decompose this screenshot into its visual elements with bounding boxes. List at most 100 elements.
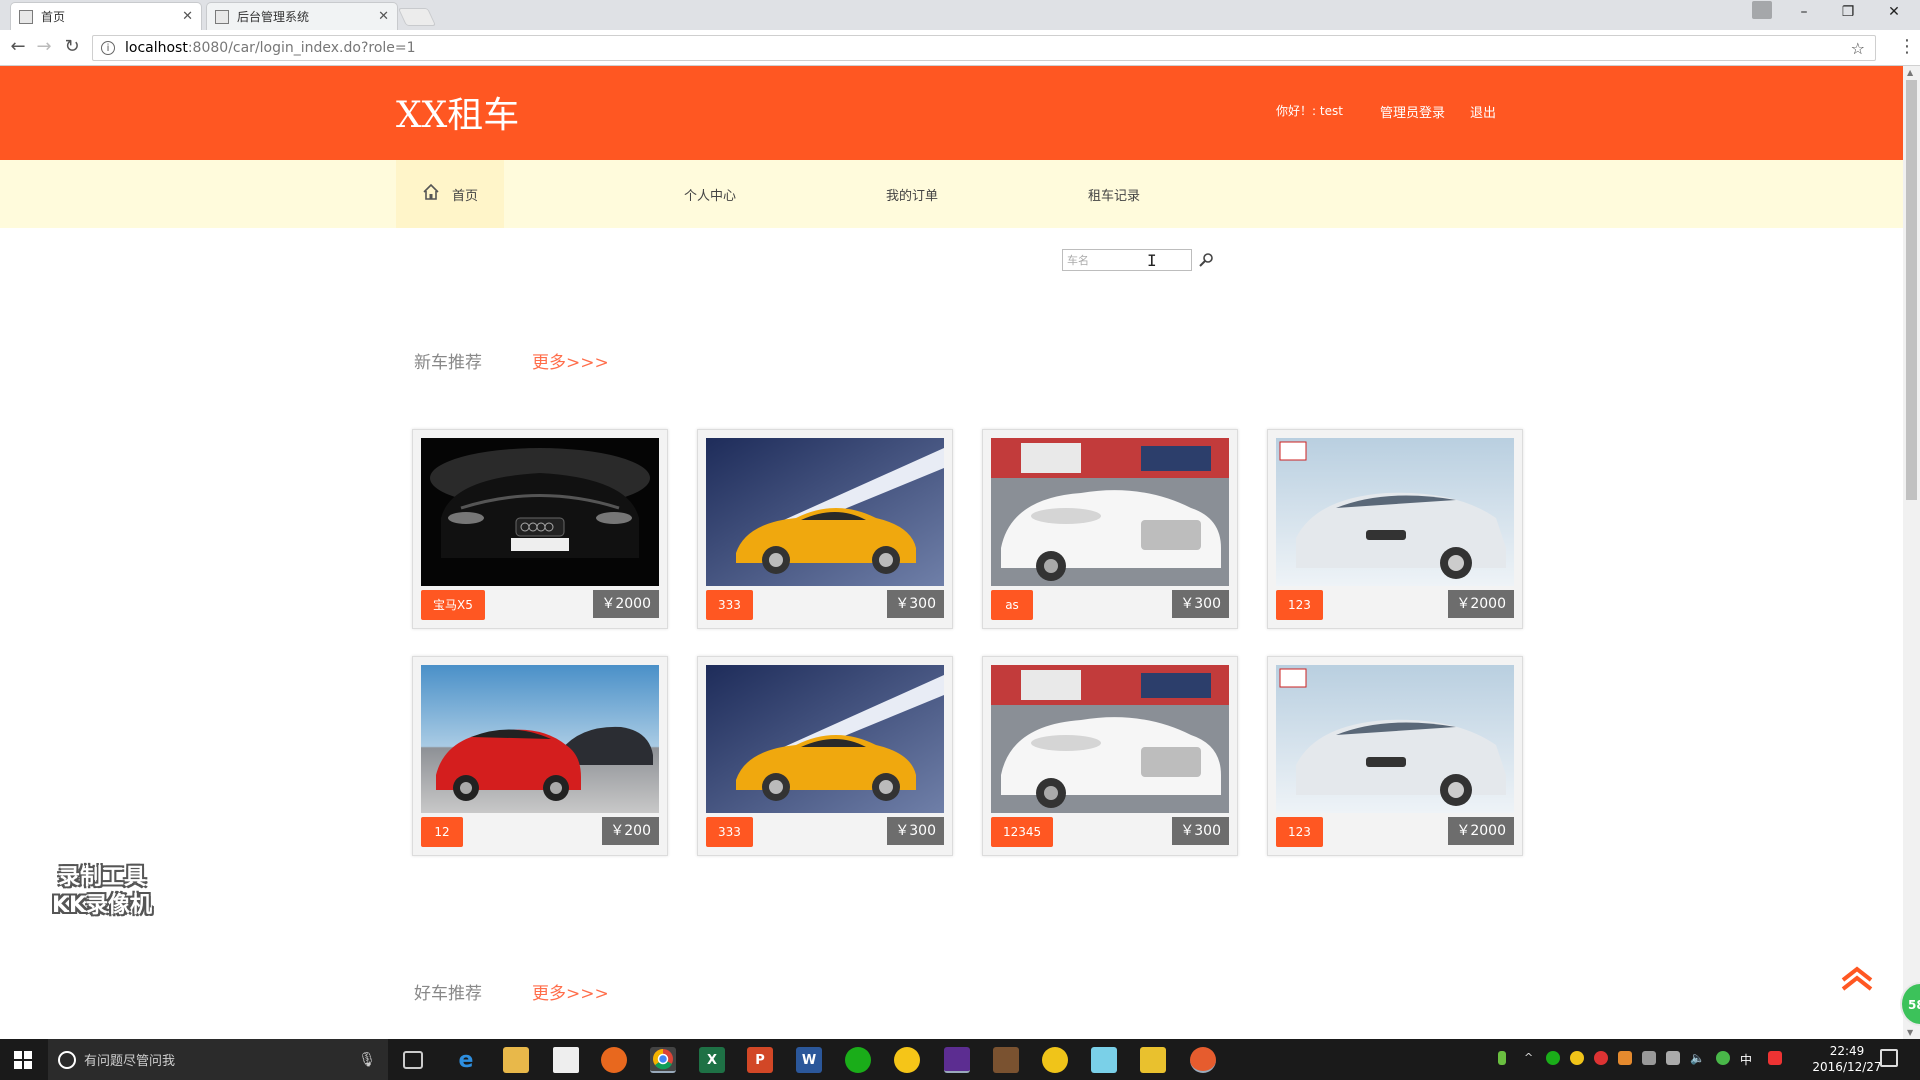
car-card[interactable]: 123 ￥2000 xyxy=(1267,429,1523,629)
profile-icon[interactable] xyxy=(1752,1,1772,19)
car-image[interactable] xyxy=(421,438,659,586)
car-price-tag: ￥2000 xyxy=(593,590,659,618)
close-icon[interactable]: ✕ xyxy=(378,9,389,24)
ime-indicator[interactable]: 中 xyxy=(1740,1051,1756,1067)
car-card[interactable]: 12345 ￥300 xyxy=(982,656,1238,856)
browser-tab-bar: 首页 ✕ 后台管理系统 ✕ – ❐ ✕ xyxy=(0,0,1920,30)
task-view-icon[interactable] xyxy=(403,1051,423,1069)
car-name-tag[interactable]: 123 xyxy=(1276,590,1323,620)
car-image[interactable] xyxy=(706,438,944,586)
windows-start-icon[interactable] xyxy=(14,1051,32,1069)
menu-kebab-icon[interactable]: ⋮ xyxy=(1898,36,1916,57)
powerpoint-icon[interactable]: P xyxy=(747,1047,773,1073)
wechat-tray-icon[interactable] xyxy=(1546,1051,1560,1065)
excel-icon[interactable]: X xyxy=(699,1047,725,1073)
tray-icon[interactable] xyxy=(1570,1051,1584,1065)
edge-icon[interactable]: e xyxy=(453,1047,479,1073)
car-name-tag[interactable]: 宝马X5 xyxy=(421,590,485,620)
nav-profile[interactable]: 个人中心 xyxy=(684,185,736,204)
tray-icon[interactable] xyxy=(1716,1051,1730,1065)
car-image[interactable] xyxy=(421,665,659,813)
nav-rental-history[interactable]: 租车记录 xyxy=(1088,185,1140,204)
qq-icon[interactable] xyxy=(894,1047,920,1073)
car-card[interactable]: 宝马X5 ￥2000 xyxy=(412,429,668,629)
info-icon[interactable]: i xyxy=(101,41,115,55)
close-icon[interactable]: ✕ xyxy=(182,9,193,24)
windows-taskbar: 有问题尽管问我 🎙 e X P W ^ 🔈 中 22:49 2016/12/27 xyxy=(0,1039,1920,1080)
battery-icon[interactable] xyxy=(1498,1051,1506,1065)
car-card[interactable]: as ￥300 xyxy=(982,429,1238,629)
tray-icon[interactable] xyxy=(1594,1051,1608,1065)
search-icon[interactable] xyxy=(1197,252,1215,268)
scrollbar-thumb[interactable] xyxy=(1906,80,1917,500)
car-card[interactable]: 333 ￥300 xyxy=(697,656,953,856)
car-name-tag[interactable]: as xyxy=(991,590,1033,620)
car-image[interactable] xyxy=(991,665,1229,813)
car-name-tag[interactable]: 12345 xyxy=(991,817,1054,847)
scroll-up-icon[interactable]: ▲ xyxy=(1907,68,1913,77)
visual-studio-icon[interactable] xyxy=(944,1047,970,1073)
scroll-down-icon[interactable]: ▼ xyxy=(1907,1028,1913,1037)
tab-home[interactable]: 首页 ✕ xyxy=(10,2,202,30)
car-name-tag[interactable]: 333 xyxy=(706,817,753,847)
battery-status-icon[interactable] xyxy=(1666,1051,1680,1065)
car-image[interactable] xyxy=(991,438,1229,586)
car-price-tag: ￥300 xyxy=(1172,817,1229,845)
restore-icon[interactable]: ❐ xyxy=(1838,4,1858,20)
forward-arrow-icon[interactable]: → xyxy=(32,36,56,57)
nav-home[interactable]: 首页 xyxy=(452,185,478,204)
address-bar: ← → ↻ i localhost :8080/car/login_index.… xyxy=(0,30,1920,66)
tab-admin[interactable]: 后台管理系统 ✕ xyxy=(206,2,398,30)
site-logo[interactable]: XX租车 xyxy=(396,86,519,138)
site-header: XX租车 你好！: test 管理员登录 退出 xyxy=(0,66,1903,160)
car-card[interactable]: 12 ￥200 xyxy=(412,656,668,856)
car-name-tag[interactable]: 123 xyxy=(1276,817,1323,847)
file-explorer-icon[interactable] xyxy=(503,1047,529,1073)
recorder-icon[interactable] xyxy=(1190,1047,1216,1073)
car-card[interactable]: 333 ￥300 xyxy=(697,429,953,629)
new-tab-button[interactable] xyxy=(397,8,437,26)
system-clock[interactable]: 22:49 2016/12/27 xyxy=(1812,1043,1882,1075)
back-to-top-icon[interactable] xyxy=(1840,966,1874,992)
more-link-new-cars[interactable]: 更多>>> xyxy=(532,348,609,373)
volume-icon[interactable]: 🔈 xyxy=(1690,1051,1705,1065)
tray-icon[interactable] xyxy=(1618,1051,1632,1065)
more-link-good-cars[interactable]: 更多>>> xyxy=(532,979,609,1004)
tab-label: 首页 xyxy=(41,10,66,24)
car-image[interactable] xyxy=(1276,438,1514,586)
car-search-input[interactable] xyxy=(1062,249,1192,271)
main-nav: 首页 个人中心 我的订单 租车记录 xyxy=(0,160,1903,228)
url-input[interactable]: i localhost :8080/car/login_index.do?rol… xyxy=(92,35,1876,61)
car-card[interactable]: 123 ￥2000 xyxy=(1267,656,1523,856)
recorder-watermark: 录制工具 KK录像机 xyxy=(32,864,172,920)
chrome-icon[interactable] xyxy=(650,1047,676,1073)
minimize-icon[interactable]: – xyxy=(1794,4,1814,20)
word-icon[interactable]: W xyxy=(796,1047,822,1073)
firefox-icon[interactable] xyxy=(601,1047,627,1073)
chevron-up-icon[interactable]: ^ xyxy=(1524,1051,1538,1065)
page-scrollbar[interactable]: ▲ ▼ xyxy=(1903,66,1920,1039)
car-name-tag[interactable]: 12 xyxy=(421,817,463,847)
reload-icon[interactable]: ↻ xyxy=(60,36,84,57)
page-icon xyxy=(19,9,33,24)
admin-login-link[interactable]: 管理员登录 xyxy=(1380,102,1445,121)
bookmark-star-icon[interactable]: ☆ xyxy=(1851,39,1865,58)
app-icon[interactable] xyxy=(1091,1047,1117,1073)
car-image[interactable] xyxy=(706,665,944,813)
car-image[interactable] xyxy=(1276,665,1514,813)
notification-center-icon[interactable] xyxy=(1880,1049,1898,1067)
car-name-tag[interactable]: 333 xyxy=(706,590,753,620)
network-icon[interactable] xyxy=(1642,1051,1656,1065)
logout-link[interactable]: 退出 xyxy=(1470,102,1496,121)
microphone-icon[interactable]: 🎙 xyxy=(358,1052,376,1068)
notepad-icon[interactable] xyxy=(1140,1047,1166,1073)
back-arrow-icon[interactable]: ← xyxy=(6,36,30,57)
nav-orders[interactable]: 我的订单 xyxy=(886,185,938,204)
app-icon[interactable] xyxy=(1042,1047,1068,1073)
app-icon[interactable] xyxy=(993,1047,1019,1073)
cortana-search-box[interactable]: 有问题尽管问我 🎙 xyxy=(48,1039,388,1080)
store-icon[interactable] xyxy=(553,1047,579,1073)
wechat-icon[interactable] xyxy=(845,1047,871,1073)
sogou-icon[interactable] xyxy=(1768,1051,1782,1065)
window-close-icon[interactable]: ✕ xyxy=(1884,4,1904,20)
